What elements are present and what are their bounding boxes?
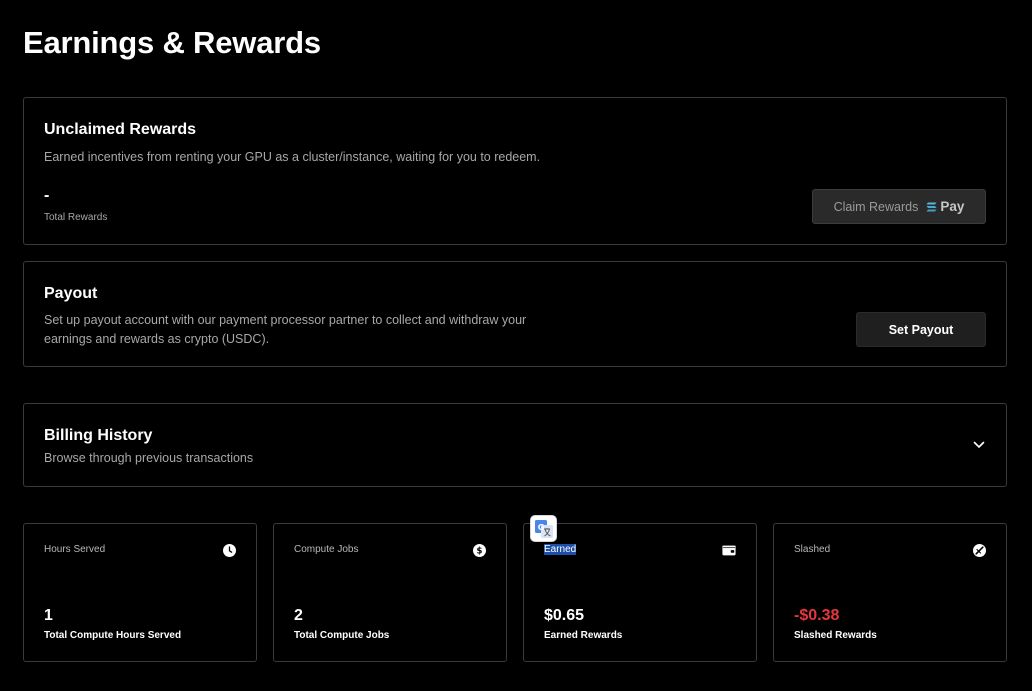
dollar-coin-icon: $: [472, 543, 486, 557]
stat-sublabel: Total Compute Jobs: [294, 630, 390, 641]
pay-label: Pay: [940, 199, 965, 214]
stat-sublabel: Earned Rewards: [544, 630, 623, 641]
clock-icon: [222, 543, 236, 557]
payout-description: Set up payout account with our payment p…: [44, 313, 527, 346]
unclaimed-rewards-description: Earned incentives from renting your GPU …: [44, 150, 541, 164]
stat-value: $0.65: [544, 607, 585, 624]
payout-title: Payout: [44, 285, 98, 302]
stat-label: Compute Jobs: [294, 544, 359, 555]
stat-value: -$0.38: [794, 607, 840, 624]
stat-label: Earned: [544, 544, 577, 555]
stat-label: Slashed: [794, 544, 831, 555]
solana-pay-badge: Pay: [926, 199, 964, 214]
billing-history-title: Billing History: [44, 427, 153, 444]
wallet-icon: [722, 543, 736, 557]
svg-text:G: G: [537, 523, 544, 532]
claim-rewards-label: Claim Rewards: [833, 199, 919, 214]
solana-pay-icon: [926, 202, 937, 211]
unclaimed-rewards-title: Unclaimed Rewards: [44, 121, 197, 138]
stat-card-earned: Earned $0.65 Earned Rewards: [523, 523, 757, 662]
set-payout-button[interactable]: Set Payout: [856, 312, 986, 347]
claim-rewards-button[interactable]: Claim Rewards Pay: [812, 189, 986, 224]
stat-value: 1: [44, 607, 53, 624]
billing-history-description: Browse through previous transactions: [44, 451, 254, 465]
page-title: Earnings & Rewards: [23, 25, 321, 60]
total-rewards-label: Total Rewards: [44, 212, 108, 223]
stat-card-slashed: Slashed -$0.38 Slashed Rewards: [773, 523, 1007, 662]
chevron-down-icon[interactable]: [972, 438, 986, 452]
translate-icon[interactable]: G: [530, 515, 557, 542]
stat-sublabel: Slashed Rewards: [794, 630, 877, 641]
selected-text: Earned: [544, 544, 577, 555]
stat-sublabel: Total Compute Hours Served: [44, 630, 182, 641]
svg-text:$: $: [476, 546, 482, 556]
unclaimed-rewards-card: Unclaimed Rewards Earned incentives from…: [23, 97, 1007, 245]
stat-card-compute-jobs: Compute Jobs $ 2 Total Compute Jobs: [273, 523, 507, 662]
stat-value: 2: [294, 607, 303, 624]
total-rewards-value: -: [44, 187, 50, 204]
slashed-circle-icon: [972, 543, 986, 557]
stat-card-hours-served: Hours Served 1 Total Compute Hours Serve…: [23, 523, 257, 662]
payout-card: Payout Set up payout account with our pa…: [23, 261, 1007, 367]
stat-label: Hours Served: [44, 544, 106, 555]
billing-history-card[interactable]: Billing History Browse through previous …: [23, 403, 1007, 487]
